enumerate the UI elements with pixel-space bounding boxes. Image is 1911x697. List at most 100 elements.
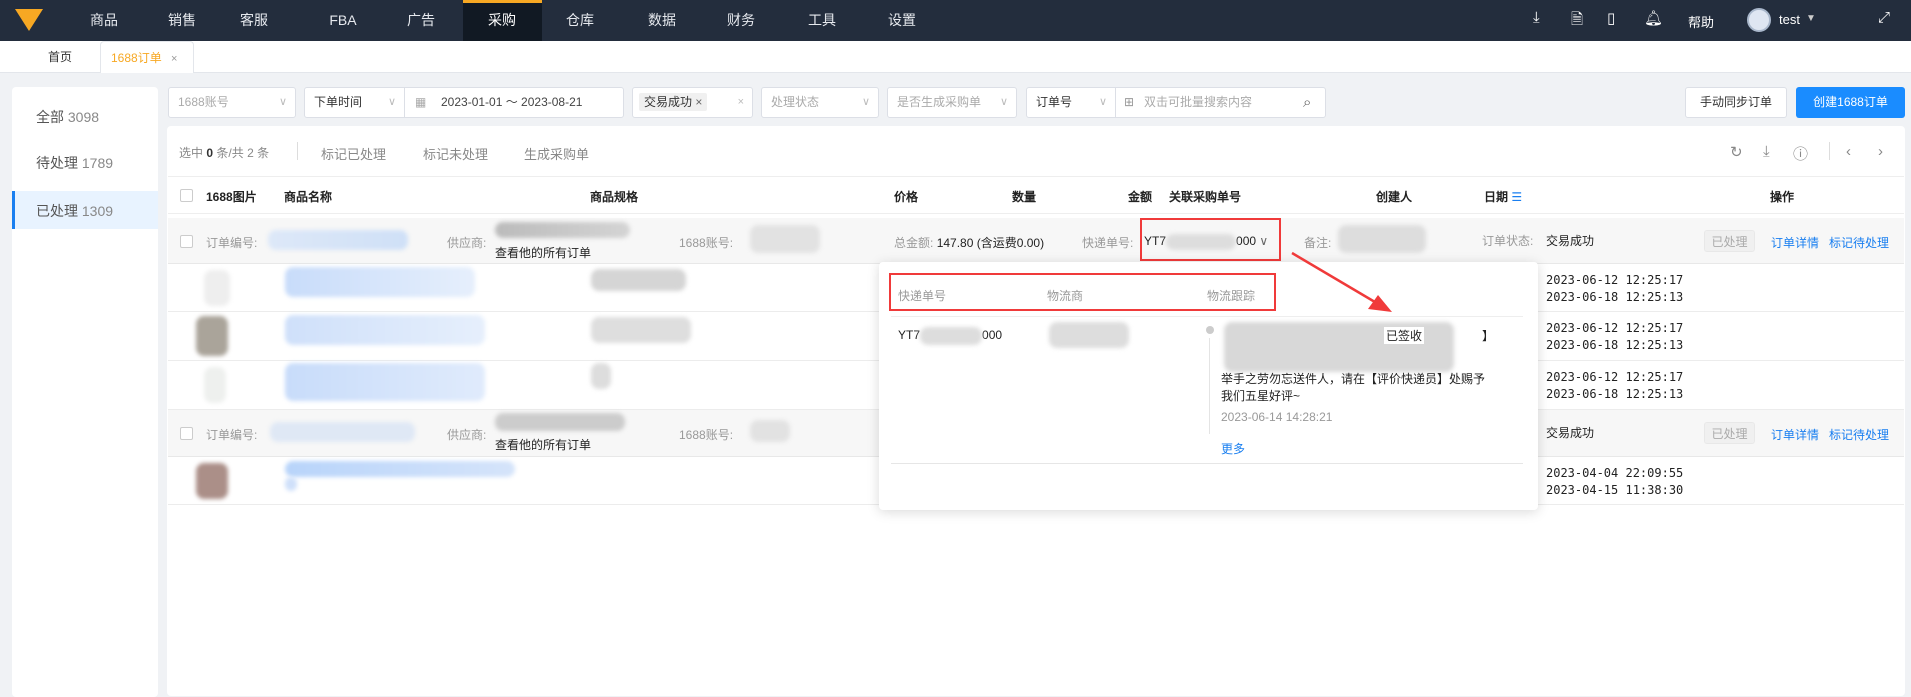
account-select[interactable]: 1688账号 ∨	[168, 87, 296, 118]
sidebar-item-processed[interactable]: 已处理 1309	[36, 201, 113, 221]
product-name[interactable]	[285, 267, 475, 297]
product-image[interactable]	[196, 316, 228, 356]
product-image[interactable]	[204, 270, 230, 306]
pop-col-tracking: 快递单号	[898, 289, 947, 303]
order-checkbox[interactable]	[180, 235, 193, 248]
tab-label: 1688订单	[111, 51, 162, 65]
user-name[interactable]: test	[1779, 12, 1800, 27]
process-status-select[interactable]: 处理状态 ∨	[761, 87, 879, 118]
generate-po-button[interactable]: 生成采购单	[524, 144, 589, 163]
tag-close-icon[interactable]: ×	[695, 95, 702, 109]
more-link[interactable]: 更多	[1221, 440, 1245, 457]
mark-done-button[interactable]: 标记已处理	[321, 144, 386, 163]
nav-ads[interactable]: 广告	[401, 0, 441, 41]
search-input[interactable]: 双击可批量搜索内容	[1144, 88, 1294, 117]
nav-goods[interactable]: 商品	[84, 0, 124, 41]
pop-col-trace: 物流跟踪	[1207, 289, 1256, 303]
mobile-icon[interactable]: ▯	[1607, 9, 1615, 27]
logo-icon[interactable]	[15, 9, 43, 31]
sidebar-item-all[interactable]: 全部 3098	[36, 107, 99, 127]
product-spec	[591, 363, 611, 389]
tracking-number[interactable]: YT7 000 ∨	[1144, 234, 1268, 250]
product-image[interactable]	[204, 367, 226, 403]
date-filter[interactable]: 下单时间 ∨ ▦ 2023-01-01 ～ 2023-08-21	[304, 87, 624, 118]
mark-undone-button[interactable]: 标记未处理	[423, 144, 488, 163]
search-box: 订单号 ∨ ⊞ 双击可批量搜索内容 ⌕	[1026, 87, 1326, 118]
arrow-head	[1368, 295, 1392, 312]
sidebar: 全部 3098 待处理 1789 已处理 1309	[12, 87, 158, 697]
help-link[interactable]: 帮助	[1688, 12, 1714, 31]
time-type-select[interactable]: 下单时间 ∨	[305, 88, 405, 117]
order-status: 交易成功	[1546, 234, 1595, 248]
view-supplier-orders-link[interactable]: 查看他的所有订单	[495, 244, 591, 261]
search-icon[interactable]: ⌕	[1303, 88, 1311, 117]
product-image[interactable]	[196, 463, 228, 499]
close-icon[interactable]: ×	[171, 53, 177, 65]
order-no-value[interactable]	[268, 230, 408, 250]
prev-page-icon[interactable]: ‹	[1846, 143, 1851, 160]
clear-icon[interactable]: ×	[738, 88, 744, 117]
product-name[interactable]	[285, 461, 515, 477]
supplier-value	[495, 413, 625, 431]
timeline-dot	[1206, 326, 1214, 334]
sort-icon[interactable]: ☰	[1511, 190, 1522, 204]
nav-finance[interactable]: 财务	[721, 0, 761, 41]
annotation-arrow	[1291, 251, 1392, 312]
status-filter[interactable]: 交易成功 × ×	[632, 87, 753, 118]
timeline-line	[1209, 338, 1210, 434]
col-po-no: 关联采购单号	[1169, 190, 1242, 204]
nav-data[interactable]: 数据	[642, 0, 682, 41]
tab-1688-orders[interactable]: 1688订单 ×	[100, 41, 194, 73]
col-price: 价格	[894, 190, 919, 204]
export-icon[interactable]: ⤓	[1763, 143, 1770, 160]
signed-text: 已签收	[1384, 327, 1425, 344]
view-supplier-orders-link[interactable]: 查看他的所有订单	[495, 436, 591, 453]
sync-orders-button[interactable]: 手动同步订单	[1685, 87, 1787, 118]
nav-service[interactable]: 客服	[234, 0, 274, 41]
nav-fba[interactable]: FBA	[323, 0, 362, 41]
order-detail-link[interactable]: 订单详情	[1771, 234, 1819, 251]
bell-icon[interactable]: 🔔︎	[1644, 9, 1663, 27]
col-amount: 金额	[1128, 190, 1153, 204]
processed-badge: 已处理	[1704, 422, 1755, 444]
tab-bar: 首页 1688订单 ×	[0, 41, 1911, 73]
product-name[interactable]	[285, 363, 485, 401]
caret-down-icon[interactable]: ▼	[1806, 13, 1816, 24]
order-checkbox[interactable]	[180, 427, 193, 440]
nav-sales[interactable]: 销售	[162, 0, 202, 41]
next-page-icon[interactable]: ›	[1878, 143, 1883, 160]
nav-settings[interactable]: 设置	[882, 0, 922, 41]
chevron-down-icon: ∨	[278, 96, 287, 108]
po-generated-select[interactable]: 是否生成采购单 ∨	[887, 87, 1017, 118]
date-range-input[interactable]: 2023-01-01 ～ 2023-08-21	[441, 88, 582, 117]
avatar[interactable]	[1747, 8, 1771, 32]
logistics-popover: 快递单号 物流商 物流跟踪 YT7 000 已签收 】 举手之劳勿忘送件人，请在【…	[879, 262, 1538, 510]
nav-purchase[interactable]: 采购	[482, 0, 522, 41]
sidebar-item-pending[interactable]: 待处理 1789	[36, 153, 113, 173]
order-detail-link[interactable]: 订单详情	[1771, 426, 1819, 443]
help-icon[interactable]: ⓘ	[1793, 143, 1808, 164]
create-order-button[interactable]: 创建1688订单	[1796, 87, 1905, 118]
product-name[interactable]	[285, 315, 485, 345]
col-spec: 商品规格	[590, 190, 639, 204]
tab-home[interactable]: 首页	[48, 41, 72, 73]
refresh-icon[interactable]: ↻	[1730, 143, 1743, 161]
mark-pending-link[interactable]: 标记待处理	[1829, 234, 1889, 251]
tracking-label: 快递单号:	[1082, 236, 1134, 250]
divider	[891, 463, 1523, 464]
row-dates: 2023-04-04 22:09:55 2023-04-15 11:38:30	[1546, 466, 1684, 497]
pop-col-carrier: 物流商	[1047, 289, 1084, 303]
add-document-icon[interactable]: 🗎	[1571, 9, 1583, 34]
nav-warehouse[interactable]: 仓库	[560, 0, 600, 41]
fullscreen-icon[interactable]: ⤢	[1878, 9, 1890, 26]
mark-pending-link[interactable]: 标记待处理	[1829, 426, 1889, 443]
order-no-value[interactable]	[270, 422, 415, 442]
download-icon[interactable]: ⤓	[1533, 9, 1540, 26]
nav-tools[interactable]: 工具	[802, 0, 842, 41]
select-all-checkbox[interactable]	[180, 189, 193, 202]
col-name: 商品名称	[284, 190, 333, 204]
account-value	[750, 420, 790, 442]
search-type-select[interactable]: 订单号 ∨	[1027, 88, 1116, 117]
supplier-label: 供应商:	[447, 428, 487, 442]
col-date[interactable]: 日期 ☰	[1484, 188, 1522, 205]
